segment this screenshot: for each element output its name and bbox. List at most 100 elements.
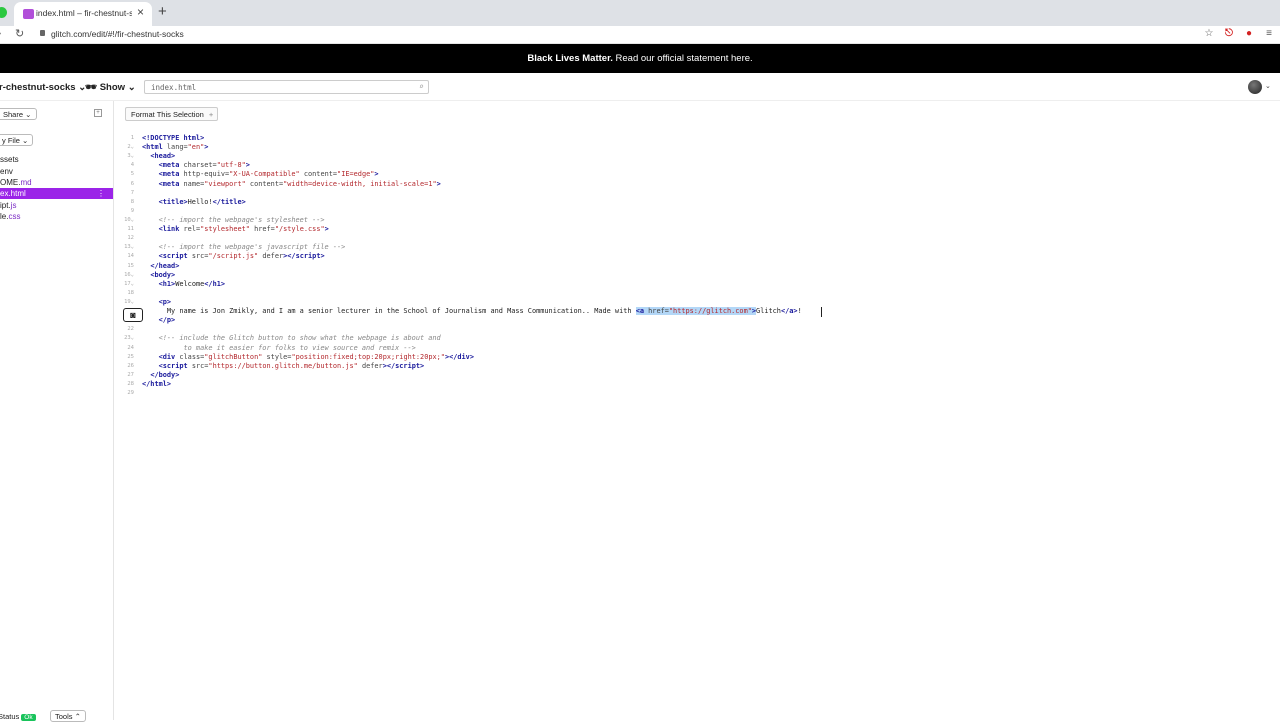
line-number: 6 <box>130 180 134 187</box>
file-name: OME. <box>0 178 21 187</box>
file-item-style-css[interactable]: le.css <box>0 211 113 222</box>
code-text: <!DOCTYPE html> <box>142 134 205 142</box>
chevron-down-icon[interactable]: ⌄ <box>1265 82 1271 90</box>
line-number: 1 <box>130 135 134 141</box>
code-text: <!-- import the webpage's javascript fil… <box>158 243 346 252</box>
code-text: <div class="glitchButton" style="positio… <box>158 352 474 361</box>
line-number: 28 <box>127 380 134 387</box>
tab-close-icon[interactable]: × <box>137 5 144 19</box>
code-text: <!-- include the Glitch button to show w… <box>158 334 441 343</box>
file-sidebar: Share ⌄ + y File ⌄ ssets env OME.md ex.h… <box>0 101 114 722</box>
file-item-index-html[interactable]: ex.html ⋮ <box>0 188 113 199</box>
address-bar[interactable]: glitch.com/edit/#!/fir-chestnut-socks <box>51 29 184 39</box>
search-icon: ⌕ <box>419 82 424 91</box>
code-text: <meta name="viewport" content="width=dev… <box>158 179 441 188</box>
code-text: </body> <box>150 370 180 379</box>
code-text: <p> <box>158 297 172 306</box>
share-label: Share <box>3 110 24 119</box>
code-text: <link rel="stylesheet" href="/style.css"… <box>158 225 329 234</box>
code-text: <html lang="en"> <box>142 143 209 152</box>
line-number: 19⌄ <box>124 298 134 305</box>
file-search-input[interactable]: index.html ⌕ <box>144 80 429 94</box>
line-number: 12 <box>127 235 134 242</box>
line-number: 16⌄ <box>124 271 134 278</box>
line-number: 3⌄ <box>127 153 134 160</box>
line-number: 10⌄ <box>124 216 134 223</box>
file-extension: js <box>10 201 17 210</box>
code-text: </p> <box>158 316 176 325</box>
line-number: 29 <box>127 390 134 397</box>
line-number: 26 <box>127 362 134 369</box>
file-item-env[interactable]: env <box>0 166 113 177</box>
line-number: 14 <box>127 253 134 260</box>
new-tab-button[interactable]: + <box>158 3 167 20</box>
text-cursor <box>821 307 822 317</box>
file-options-icon[interactable]: ⋮ <box>97 188 105 199</box>
share-button[interactable]: Share ⌄ <box>0 108 38 120</box>
adblock-extension-icon[interactable]: ● <box>1243 28 1255 39</box>
user-avatar[interactable] <box>1248 80 1262 94</box>
file-item-script-js[interactable]: ipt.js <box>0 200 113 211</box>
code-text: <meta charset="utf-8"> <box>158 161 250 170</box>
code-text: <title>Hello!</title> <box>158 197 246 206</box>
file-item-readme[interactable]: OME.md <box>0 177 113 188</box>
tools-button[interactable]: Tools ⌃ <box>50 710 86 722</box>
code-text: <!-- import the webpage's stylesheet --> <box>158 215 325 224</box>
line-number: 25 <box>127 353 134 360</box>
code-text: <script src="/script.js" defer></script> <box>158 252 325 261</box>
search-input-value: index.html <box>151 83 197 92</box>
window-zoom-button[interactable] <box>0 7 7 18</box>
line-number: 24 <box>127 344 134 351</box>
file-name: ssets <box>0 155 19 164</box>
new-file-label: y File <box>2 136 20 145</box>
banner-bold-text: Black Lives Matter. <box>527 53 613 64</box>
line-number: 18 <box>127 289 134 296</box>
plus-icon: + <box>208 110 214 119</box>
file-name: env <box>0 167 13 176</box>
line-number: 5 <box>130 171 134 178</box>
project-header: r-chestnut-socks ⌄ 🕶 Show ⌄ index.html ⌕… <box>0 73 1280 101</box>
line-number: 8 <box>130 198 134 205</box>
code-text: My name is Jon Zmikly, and I am a senior… <box>142 307 802 316</box>
file-name: ex.html <box>0 189 26 198</box>
menu-icon[interactable]: ≡ <box>1263 28 1275 39</box>
line-number: 23⌄ <box>124 335 134 342</box>
project-name: r-chestnut-socks <box>0 82 76 93</box>
code-text: <h1>Welcome</h1> <box>158 279 226 288</box>
project-name-menu[interactable]: r-chestnut-socks ⌄ <box>0 82 86 93</box>
show-label: Show <box>99 82 126 93</box>
file-extension: md <box>20 178 32 187</box>
show-button[interactable]: 🕶 Show ⌄ <box>85 82 136 93</box>
code-text: <head> <box>150 152 176 161</box>
forward-icon[interactable]: › <box>0 28 1 39</box>
code-text: to make it easier for folks to view sour… <box>142 343 416 352</box>
file-name: ipt. <box>0 201 11 210</box>
line-number: 27 <box>127 371 134 378</box>
line-number: 4 <box>130 162 134 169</box>
format-selection-button[interactable]: Format This Selection + <box>125 107 219 121</box>
file-item-assets[interactable]: ssets <box>0 154 113 165</box>
reload-icon[interactable]: ↻ <box>15 27 24 40</box>
line-number: 11 <box>127 226 134 233</box>
line-number: 13⌄ <box>124 244 134 251</box>
browser-tab-strip: index.html – fir-chestnut-socks × + <box>0 0 1280 26</box>
line-number: 9 <box>130 207 134 214</box>
line-number: 15 <box>127 262 134 269</box>
line-number: 7 <box>130 189 134 196</box>
line-number: 2⌄ <box>127 144 134 151</box>
announcement-banner: Black Lives Matter. Read our official st… <box>0 44 1280 73</box>
format-label: Format This Selection <box>131 110 204 119</box>
line-number: 22 <box>127 326 134 333</box>
browser-tab[interactable]: index.html – fir-chestnut-socks × <box>14 2 152 26</box>
star-icon[interactable]: ☆ <box>1203 28 1215 39</box>
code-text: <body> <box>150 270 176 279</box>
banner-statement-link[interactable]: Read our official statement here. <box>616 53 753 64</box>
collapse-sidebar-icon[interactable]: + <box>94 109 102 117</box>
code-text: </head> <box>150 261 180 270</box>
sunglasses-icon: 🕶 <box>85 82 98 93</box>
tab-title: index.html – fir-chestnut-socks <box>36 8 132 18</box>
pdf-extension-icon[interactable]: ⎋ <box>1223 28 1235 39</box>
screenshot-camera-icon[interactable]: ◙ <box>123 308 143 322</box>
new-file-button[interactable]: y File ⌄ <box>0 134 34 146</box>
lock-icon <box>40 30 45 36</box>
